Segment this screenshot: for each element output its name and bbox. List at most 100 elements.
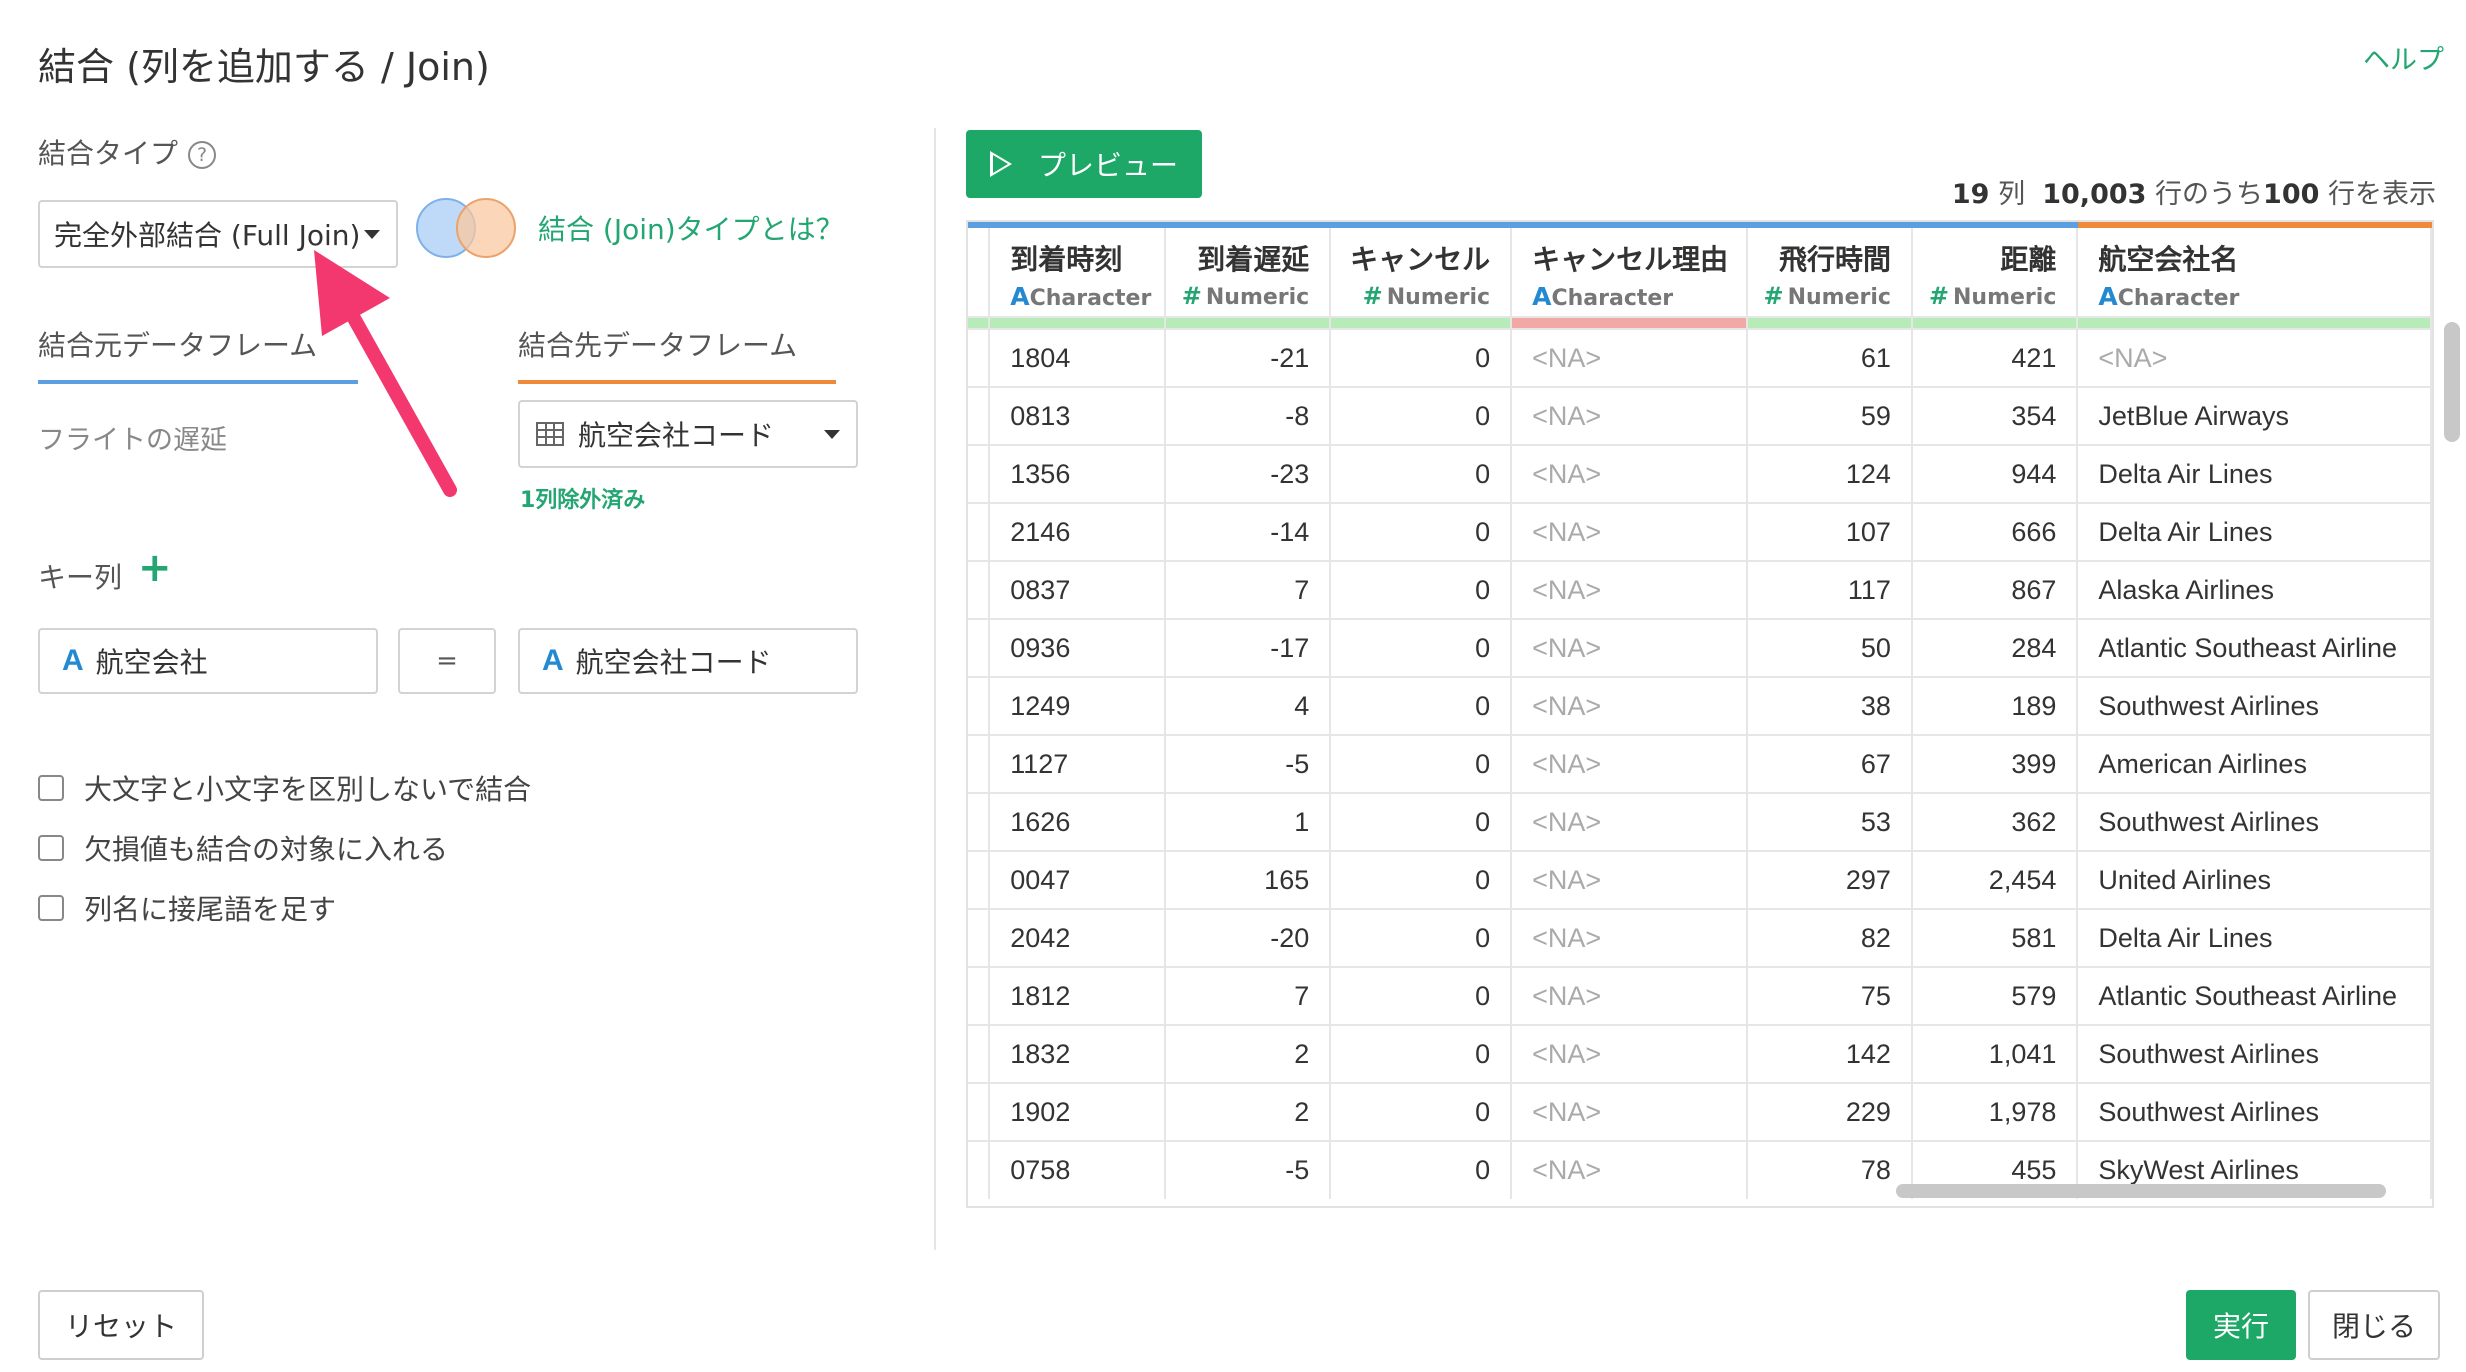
table-cell[interactable]: 354 — [1911, 386, 2079, 445]
table-row[interactable]: 1804 -21 0 <NA> 61 421 <NA> — [968, 328, 2432, 387]
table-cell[interactable]: <NA> — [1511, 618, 1748, 677]
table-cell[interactable]: 0 — [1330, 792, 1513, 851]
table-cell[interactable]: -23 — [1164, 444, 1332, 503]
vertical-scrollbar[interactable] — [2444, 322, 2460, 442]
table-cell[interactable]: 0 — [1330, 502, 1513, 561]
reset-button[interactable]: リセット — [38, 1290, 204, 1360]
table-cell[interactable]: <NA> — [2077, 328, 2432, 387]
column-header[interactable]: 航空会社名 ACharacter — [2077, 222, 2432, 317]
horizontal-scrollbar[interactable] — [1896, 1184, 2386, 1198]
table-cell[interactable]: 1804 — [989, 328, 1166, 387]
table-cell[interactable]: 0813 — [989, 386, 1166, 445]
table-cell[interactable]: 0 — [1330, 1082, 1513, 1141]
preview-button[interactable]: プレビュー — [966, 130, 1202, 198]
table-cell[interactable]: 2146 — [989, 502, 1166, 561]
table-cell[interactable]: -17 — [1164, 618, 1332, 677]
table-cell[interactable]: Southwest Airlines — [2077, 1082, 2432, 1141]
table-row[interactable]: 1812 7 0 <NA> 75 579 Atlantic Southeast Airlin… — [968, 966, 2432, 1025]
table-cell[interactable]: 867 — [1911, 560, 2079, 619]
table-cell[interactable]: <NA> — [1511, 792, 1748, 851]
table-cell[interactable]: 189 — [1911, 676, 2079, 735]
table-cell[interactable]: 0 — [1330, 1140, 1513, 1199]
table-cell[interactable]: United Airlines — [2077, 850, 2432, 909]
tab-target-dataframe[interactable]: 結合先データフレーム — [518, 324, 836, 384]
table-cell[interactable]: 0 — [1330, 618, 1513, 677]
table-cell[interactable]: 107 — [1746, 502, 1913, 561]
table-cell[interactable]: 78 — [1746, 1140, 1913, 1199]
help-question-icon[interactable]: ? — [188, 141, 217, 169]
table-cell[interactable]: 0 — [1330, 386, 1513, 445]
table-cell[interactable]: 7 — [1164, 560, 1332, 619]
column-header[interactable]: キャンセル理由 ACharacter — [1511, 222, 1748, 317]
table-cell[interactable]: 53 — [1746, 792, 1913, 851]
table-cell[interactable]: 2 — [1164, 1082, 1332, 1141]
table-cell[interactable]: Delta Air Lines — [2077, 444, 2432, 503]
table-cell[interactable]: <NA> — [1511, 502, 1748, 561]
table-cell[interactable]: American Airlines — [2077, 734, 2432, 793]
table-cell[interactable]: 59 — [1746, 386, 1913, 445]
table-cell[interactable]: Southwest Airlines — [2077, 792, 2432, 851]
table-cell[interactable]: -14 — [1164, 502, 1332, 561]
table-cell[interactable]: -5 — [1164, 734, 1332, 793]
table-row[interactable]: 1127 -5 0 <NA> 67 399 American Airlines — [968, 734, 2432, 793]
table-cell[interactable]: 0 — [1330, 1024, 1513, 1083]
table-cell[interactable]: 666 — [1911, 502, 2079, 561]
table-cell[interactable]: 2042 — [989, 908, 1166, 967]
table-cell[interactable]: 284 — [1911, 618, 2079, 677]
table-cell[interactable]: 1626 — [989, 792, 1166, 851]
close-button[interactable]: 閉じる — [2308, 1290, 2440, 1360]
table-cell[interactable]: <NA> — [1511, 850, 1748, 909]
table-cell[interactable]: 75 — [1746, 966, 1913, 1025]
add-key-icon[interactable]: + — [138, 548, 172, 588]
column-header[interactable]: 距離 # Numeric — [1911, 222, 2079, 317]
table-cell[interactable]: Delta Air Lines — [2077, 502, 2432, 561]
table-row[interactable]: 0813 -8 0 <NA> 59 354 JetBlue Airways — [968, 386, 2432, 445]
table-cell[interactable]: -8 — [1164, 386, 1332, 445]
source-key-select[interactable]: A 航空会社 — [38, 628, 378, 694]
table-cell[interactable]: Southwest Airlines — [2077, 1024, 2432, 1083]
table-cell[interactable]: <NA> — [1511, 1024, 1748, 1083]
table-cell[interactable]: <NA> — [1511, 1082, 1748, 1141]
table-cell[interactable]: 4 — [1164, 676, 1332, 735]
table-cell[interactable]: <NA> — [1511, 908, 1748, 967]
table-cell[interactable]: 142 — [1746, 1024, 1913, 1083]
table-cell[interactable]: 0 — [1330, 560, 1513, 619]
table-cell[interactable]: 0 — [1330, 734, 1513, 793]
option-add-suffix[interactable]: 列名に接尾語を足す — [38, 888, 336, 928]
join-type-about-link[interactable]: 結合 (Join)タイプとは？ — [538, 208, 844, 248]
column-header[interactable]: キャンセル # Numeric — [1330, 222, 1513, 317]
table-row[interactable]: 1626 1 0 <NA> 53 362 Southwest Airlines — [968, 792, 2432, 851]
column-header[interactable]: 到着時刻 ACharacter — [989, 222, 1166, 317]
table-cell[interactable]: <NA> — [1511, 444, 1748, 503]
table-cell[interactable]: Atlantic Southeast Airline — [2077, 618, 2432, 677]
table-cell[interactable]: 0 — [1330, 328, 1513, 387]
table-cell[interactable]: 1 — [1164, 792, 1332, 851]
table-cell[interactable]: JetBlue Airways — [2077, 386, 2432, 445]
table-cell[interactable]: 0 — [1330, 966, 1513, 1025]
table-cell[interactable]: 0 — [1330, 908, 1513, 967]
table-cell[interactable]: 0837 — [989, 560, 1166, 619]
table-cell[interactable]: 61 — [1746, 328, 1913, 387]
column-header[interactable]: 飛行時間 # Numeric — [1746, 222, 1913, 317]
table-row[interactable]: 0047 165 0 <NA> 297 2,454 United Airlines — [968, 850, 2432, 909]
table-cell[interactable]: 0 — [1330, 850, 1513, 909]
table-cell[interactable]: 0047 — [989, 850, 1166, 909]
table-cell[interactable]: 1902 — [989, 1082, 1166, 1141]
help-link[interactable]: ヘルプ — [2363, 38, 2444, 77]
table-cell[interactable]: 1127 — [989, 734, 1166, 793]
table-cell[interactable]: <NA> — [1511, 560, 1748, 619]
add-suffix-checkbox[interactable] — [38, 895, 64, 921]
table-row[interactable]: 1902 2 0 <NA> 229 1,978 Southwest Airlines — [968, 1082, 2432, 1141]
table-cell[interactable]: <NA> — [1511, 676, 1748, 735]
target-key-select[interactable]: A 航空会社コード — [518, 628, 858, 694]
table-cell[interactable]: 50 — [1746, 618, 1913, 677]
table-cell[interactable]: 117 — [1746, 560, 1913, 619]
table-cell[interactable]: 1249 — [989, 676, 1166, 735]
column-header[interactable]: 到着遅延 # Numeric — [1164, 222, 1332, 317]
table-cell[interactable]: 1,978 — [1911, 1082, 2079, 1141]
table-cell[interactable]: 581 — [1911, 908, 2079, 967]
table-cell[interactable]: <NA> — [1511, 328, 1748, 387]
table-cell[interactable]: 1,041 — [1911, 1024, 2079, 1083]
table-row[interactable]: 0936 -17 0 <NA> 50 284 Atlantic Southeast Airl… — [968, 618, 2432, 677]
table-cell[interactable]: <NA> — [1511, 734, 1748, 793]
